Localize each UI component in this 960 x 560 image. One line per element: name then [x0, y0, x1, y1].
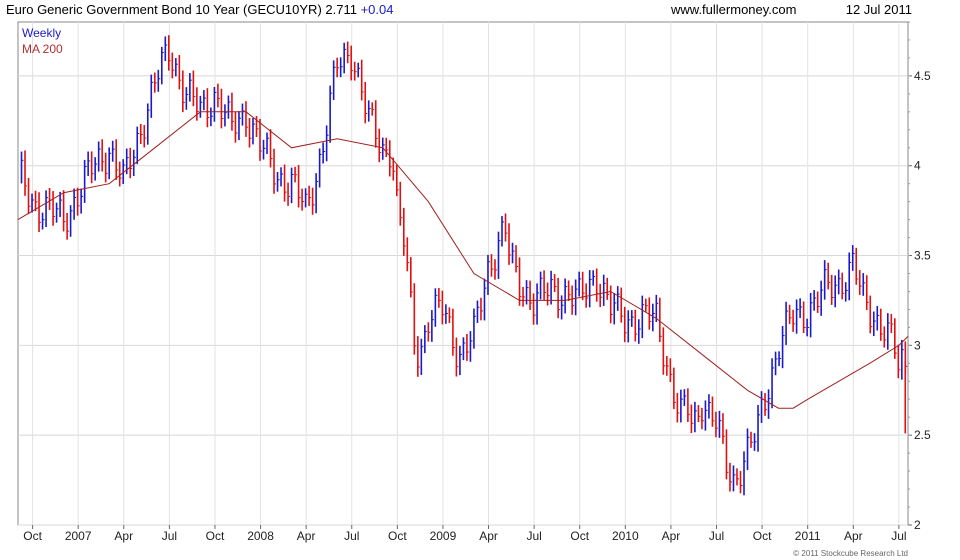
x-tick-label: Apr [479, 529, 498, 543]
x-tick-label: 2007 [65, 529, 92, 543]
x-tick-label: Oct [23, 529, 42, 543]
x-tick-label: Oct [753, 529, 772, 543]
price-chart: 2 2.5 3 3.5 4 4.5 Oct 2007 Apr Jul Oct 2008 Apr Jul Oc… [17, 21, 931, 543]
x-tick-label: 2009 [430, 529, 457, 543]
legend-ma-200: MA 200 [22, 42, 63, 56]
legend-weekly: Weekly [22, 26, 61, 40]
x-tick-label: 2010 [612, 529, 639, 543]
y-tick-label: 4 [914, 159, 921, 173]
y-tick-label: 2.5 [914, 428, 931, 442]
y-tick-label: 4.5 [914, 69, 931, 83]
x-tick-label: Jul [891, 529, 906, 543]
y-tick-label: 2 [914, 518, 921, 532]
copyright: © 2011 Stockcube Research Ltd [793, 549, 908, 558]
x-tick-label: Apr [297, 529, 316, 543]
x-tick-label: Jul [162, 529, 177, 543]
x-tick-label: Jul [344, 529, 359, 543]
x-tick-label: 2011 [795, 529, 821, 543]
y-tick-label: 3 [914, 338, 921, 352]
x-tick-label: 2008 [247, 529, 274, 543]
y-tick-label: 3.5 [914, 249, 931, 263]
x-tick-label: Jul [709, 529, 724, 543]
x-tick-label: Apr [114, 529, 133, 543]
x-tick-label: Oct [206, 529, 225, 543]
x-tick-label: Apr [844, 529, 863, 543]
x-tick-label: Oct [388, 529, 407, 543]
x-tick-label: Apr [662, 529, 681, 543]
x-tick-label: Oct [570, 529, 589, 543]
x-tick-label: Jul [526, 529, 541, 543]
